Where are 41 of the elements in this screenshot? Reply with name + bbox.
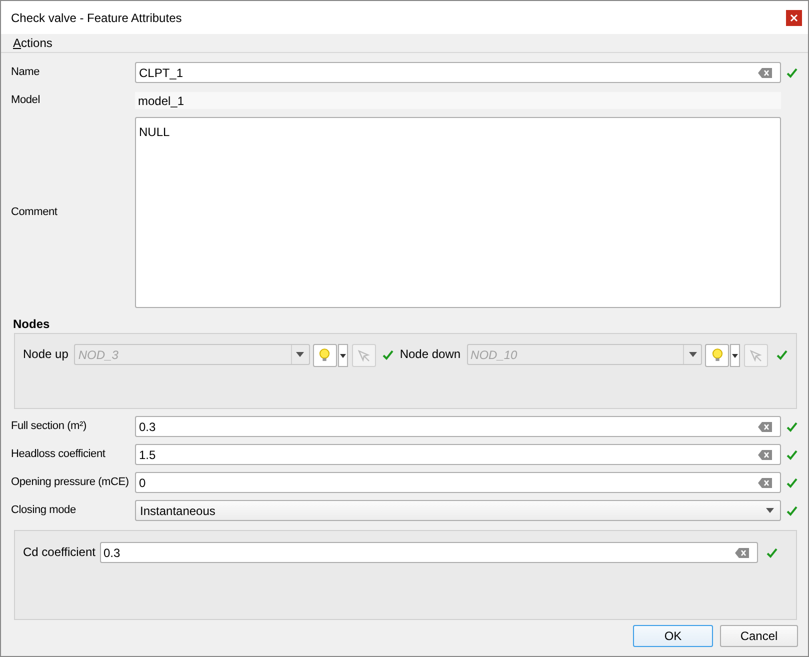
input-field[interactable]: 0.3 <box>135 416 781 437</box>
cursor-icon <box>749 348 763 362</box>
comment-field[interactable]: NULL <box>135 117 781 308</box>
field-label: Headloss coefficient <box>11 447 106 462</box>
input-field[interactable]: 0 <box>135 472 781 493</box>
clear-icon <box>758 478 772 488</box>
input-field[interactable]: CLPT_1 <box>135 62 781 83</box>
dropdown-button[interactable] <box>338 344 348 367</box>
dropdown-icon <box>766 508 774 513</box>
dropdown-icon <box>296 352 304 357</box>
dropdown-button[interactable] <box>730 344 740 367</box>
input-field[interactable]: 0.3 <box>100 542 758 563</box>
clear-icon <box>758 422 772 432</box>
dialog-button[interactable]: OK <box>633 625 713 647</box>
field-label: Full section (m²) <box>11 419 88 434</box>
field-label: Name <box>11 65 41 80</box>
dialog-button[interactable]: Cancel <box>720 625 798 647</box>
close-button[interactable] <box>786 10 802 26</box>
lightbulb-icon <box>319 348 330 363</box>
input-field[interactable]: 1.5 <box>135 444 781 465</box>
dropdown-icon <box>688 352 696 357</box>
lightbulb-icon <box>712 348 722 363</box>
caret-icon <box>340 354 346 358</box>
field-label: Opening pressure (mCE) <box>11 475 130 490</box>
section-heading: Nodes <box>13 317 51 332</box>
combo-box[interactable]: Instantaneous <box>135 500 781 521</box>
menu-item[interactable]: Actions <box>13 34 52 52</box>
clear-icon <box>758 450 772 460</box>
field-label: Model <box>11 93 41 108</box>
field-label: Node down <box>400 346 461 363</box>
field-label: Node up <box>23 346 68 363</box>
cursor-icon <box>356 348 371 362</box>
caret-icon <box>732 354 738 358</box>
clear-icon <box>735 548 749 558</box>
model-value: model_1 <box>135 92 781 109</box>
field-label: Closing mode <box>11 503 77 518</box>
field-label: Comment <box>11 205 58 220</box>
window-title: Check valve - Feature Attributes <box>11 10 182 26</box>
field-label: Cd coefficient <box>23 544 96 561</box>
clear-icon <box>758 68 772 78</box>
close-icon <box>790 14 798 22</box>
